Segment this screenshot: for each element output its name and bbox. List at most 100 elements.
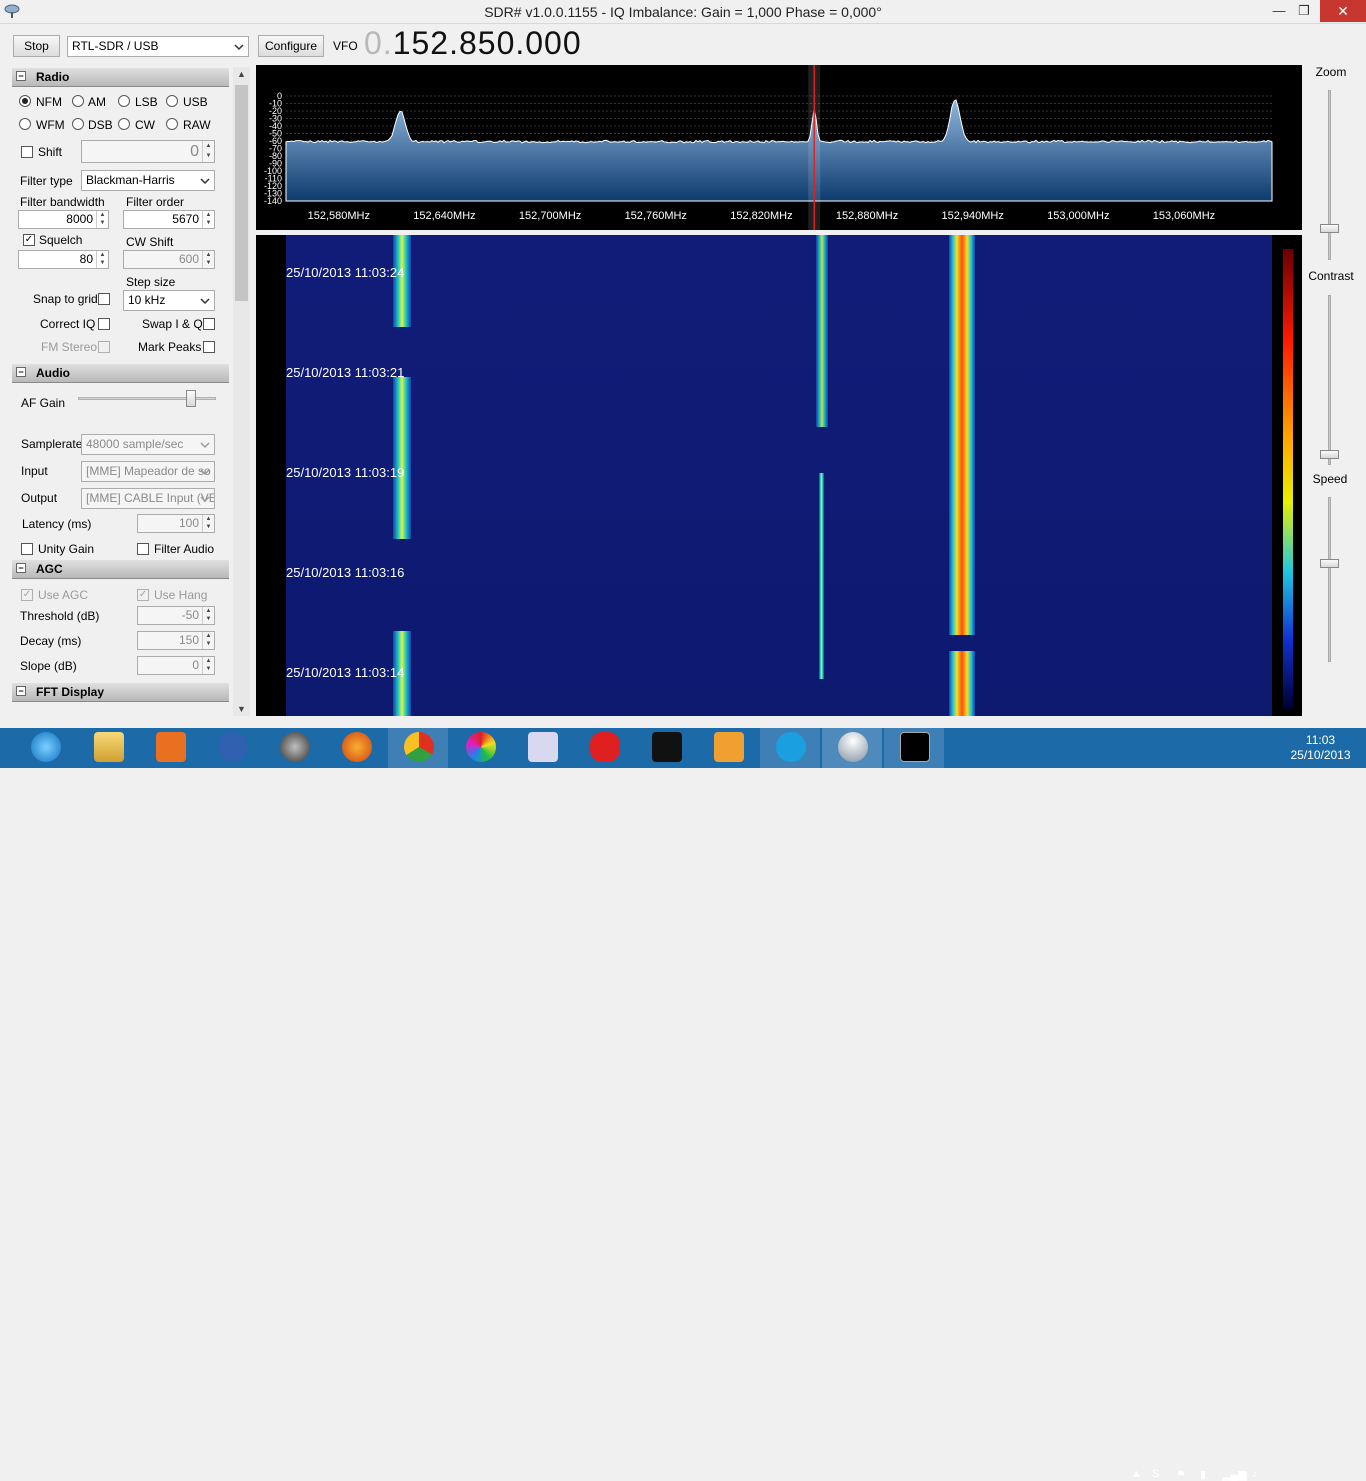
- swap-iq-checkbox[interactable]: [203, 318, 215, 330]
- agc-section-header[interactable]: − AGC: [12, 560, 229, 579]
- mode-lsb-label: LSB: [135, 95, 158, 109]
- sdrsharp-taskbar-icon[interactable]: [822, 728, 882, 768]
- af-gain-slider-thumb[interactable]: [185, 390, 196, 407]
- input-device-select[interactable]: [MME] Mapeador de so: [81, 461, 215, 482]
- filter-order-spin-icon[interactable]: ▲ ▼: [202, 211, 214, 228]
- battery-icon[interactable]: ▮: [1200, 1468, 1206, 1481]
- samplerate-select[interactable]: 48000 sample/sec: [81, 434, 215, 455]
- squelch-checkbox[interactable]: ✓: [23, 234, 35, 246]
- mode-raw-radio[interactable]: [166, 118, 178, 130]
- file-explorer-icon[interactable]: [78, 728, 138, 768]
- minimize-button[interactable]: —: [1265, 0, 1293, 22]
- scroll-up-icon[interactable]: ▲: [237, 69, 246, 79]
- latency-label: Latency (ms): [22, 517, 92, 531]
- flag-icon[interactable]: ⚑: [1176, 1468, 1186, 1481]
- gecko-icon[interactable]: [574, 728, 634, 768]
- spectrum-x-tick-label: 153,060MHz: [1153, 210, 1215, 222]
- mode-nfm-radio[interactable]: [19, 95, 31, 107]
- use-agc-checkbox[interactable]: ✓: [21, 589, 33, 601]
- help-icon[interactable]: [202, 728, 262, 768]
- filter-audio-checkbox[interactable]: [137, 543, 149, 555]
- mode-cw-label: CW: [135, 118, 155, 132]
- chrome-icon[interactable]: [388, 728, 448, 768]
- globe-icon[interactable]: [264, 728, 324, 768]
- filter-order-input[interactable]: 5670 ▲ ▼: [123, 210, 215, 229]
- volume-icon[interactable]: ♪: [1252, 1468, 1258, 1480]
- shift-checkbox[interactable]: [21, 146, 33, 158]
- settings-app-icon[interactable]: [512, 728, 572, 768]
- spectrum-analyzer[interactable]: 0 -10 -20 -30 -40 -50 -60 -70 -80 -90 -100 -110 -120…: [256, 65, 1302, 230]
- fft-section-header[interactable]: − FFT Display: [12, 683, 229, 702]
- close-button[interactable]: ✕: [1320, 0, 1366, 22]
- media-player-icon[interactable]: [698, 728, 758, 768]
- mode-wfm-radio[interactable]: [19, 118, 31, 130]
- filter-bandwidth-spin-icon[interactable]: ▲ ▼: [96, 211, 108, 228]
- cw-shift-spin-icon[interactable]: ▲ ▼: [202, 251, 214, 268]
- slope-input[interactable]: 0 ▲ ▼: [137, 656, 215, 675]
- contrast-slider-track[interactable]: [1328, 295, 1331, 465]
- firefox-icon[interactable]: [326, 728, 386, 768]
- unity-gain-checkbox[interactable]: [21, 543, 33, 555]
- filter-type-select[interactable]: Blackman-Harris: [81, 170, 215, 191]
- taskbar: ▲ S ⚑ ▮ ▂▄▆ ♪: [0, 728, 1366, 1481]
- zoom-slider-thumb[interactable]: [1320, 224, 1339, 233]
- latency-input[interactable]: 100 ▲ ▼: [137, 514, 215, 533]
- radio-header-label: Radio: [36, 70, 70, 84]
- contrast-slider-thumb[interactable]: [1320, 450, 1339, 459]
- configure-button[interactable]: Configure: [258, 35, 324, 57]
- tray-expand-icon[interactable]: ▲: [1131, 1468, 1142, 1480]
- shift-spin-icon[interactable]: ▲ ▼: [202, 141, 214, 162]
- filter-bandwidth-input[interactable]: 8000 ▲ ▼: [18, 210, 109, 229]
- mode-cw-radio[interactable]: [118, 118, 130, 130]
- mode-am-radio[interactable]: [72, 95, 84, 107]
- latency-spin-icon[interactable]: ▲ ▼: [202, 515, 214, 532]
- filter-bandwidth-value: 8000: [66, 212, 93, 226]
- maximize-button[interactable]: ❐: [1290, 0, 1318, 22]
- skype-icon[interactable]: [760, 728, 820, 768]
- speed-slider-track[interactable]: [1328, 497, 1331, 662]
- device-select[interactable]: RTL-SDR / USB: [67, 36, 249, 57]
- decay-spin-icon[interactable]: ▲ ▼: [202, 632, 214, 649]
- af-gain-label: AF Gain: [21, 396, 66, 410]
- use-hang-checkbox[interactable]: ✓: [137, 589, 149, 601]
- command-prompt-icon[interactable]: [884, 728, 944, 768]
- step-size-select[interactable]: 10 kHz: [123, 290, 215, 311]
- waterfall-background: [286, 235, 1272, 716]
- mode-lsb-radio[interactable]: [118, 95, 130, 107]
- audio-section-header[interactable]: − Audio: [12, 364, 229, 383]
- color-wheel-icon[interactable]: [450, 728, 510, 768]
- system-clock[interactable]: 11:03 25/10/2013: [1278, 733, 1363, 763]
- slope-spin-icon[interactable]: ▲ ▼: [202, 657, 214, 674]
- swap-iq-label: Swap I & Q: [142, 317, 203, 331]
- office-icon[interactable]: [140, 728, 200, 768]
- panel-scrollbar[interactable]: ▲ ▼: [233, 67, 250, 716]
- squelch-value: 80: [79, 252, 93, 266]
- spectrum-x-tick-label: 152,700MHz: [519, 210, 581, 222]
- pinwheel-icon[interactable]: [636, 728, 696, 768]
- radio-section-header[interactable]: − Radio: [12, 68, 229, 87]
- waterfall-display[interactable]: 25/10/2013 11:03:24 25/10/2013 11:03:21 …: [256, 235, 1302, 716]
- tray-s-icon[interactable]: S: [1152, 1468, 1159, 1480]
- cw-shift-input[interactable]: 600 ▲ ▼: [123, 250, 215, 269]
- threshold-input[interactable]: -50 ▲ ▼: [137, 606, 215, 625]
- decay-input[interactable]: 150 ▲ ▼: [137, 631, 215, 650]
- zoom-slider-track[interactable]: [1328, 90, 1331, 260]
- scroll-down-icon[interactable]: ▼: [237, 704, 246, 714]
- network-icon[interactable]: ▂▄▆: [1222, 1468, 1247, 1481]
- squelch-spin-icon[interactable]: ▲ ▼: [96, 251, 108, 268]
- squelch-input[interactable]: 80 ▲ ▼: [18, 250, 109, 269]
- shift-input[interactable]: 0 ▲ ▼: [81, 140, 215, 163]
- vfo-frequency-display[interactable]: 0.152.850.000: [364, 25, 582, 62]
- internet-explorer-icon[interactable]: [15, 728, 75, 768]
- snap-to-grid-checkbox[interactable]: [98, 293, 110, 305]
- fm-stereo-checkbox[interactable]: [98, 341, 110, 353]
- mark-peaks-checkbox[interactable]: [203, 341, 215, 353]
- output-device-select[interactable]: [MME] CABLE Input (VE: [81, 488, 215, 509]
- mode-usb-radio[interactable]: [166, 95, 178, 107]
- stop-button[interactable]: Stop: [13, 35, 60, 57]
- correct-iq-checkbox[interactable]: [98, 318, 110, 330]
- mode-dsb-radio[interactable]: [72, 118, 84, 130]
- speed-slider-thumb[interactable]: [1320, 559, 1339, 568]
- threshold-spin-icon[interactable]: ▲ ▼: [202, 607, 214, 624]
- scrollbar-thumb[interactable]: [235, 85, 248, 301]
